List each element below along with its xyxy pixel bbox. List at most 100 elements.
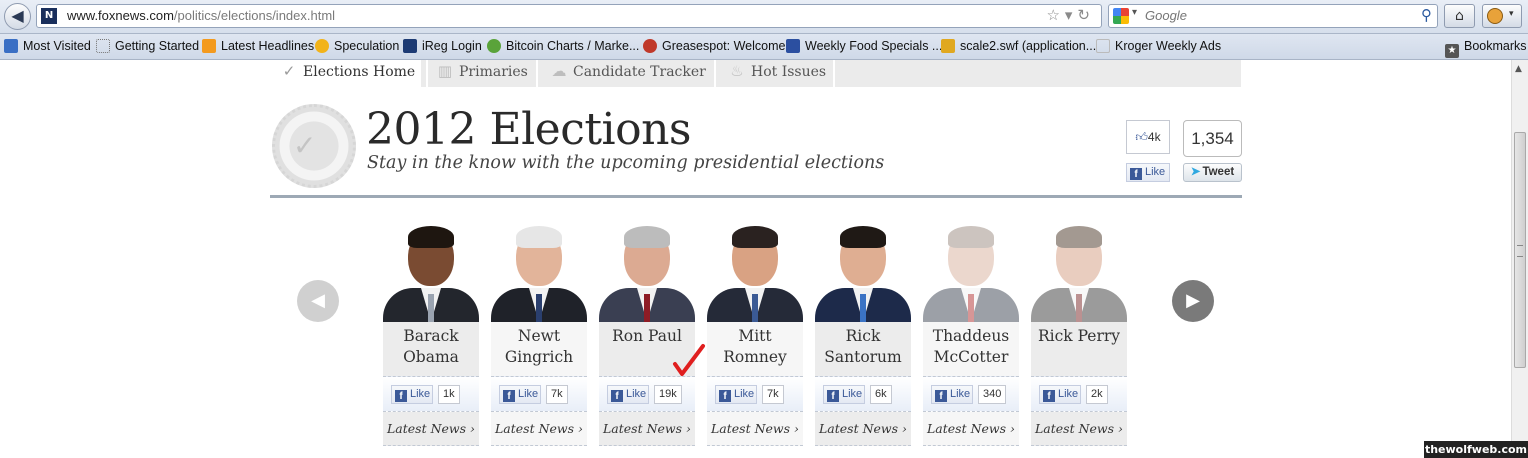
bookmark-scale2-swf[interactable]: scale2.swf (application... bbox=[941, 39, 1096, 53]
like-count: 2k bbox=[1086, 385, 1108, 404]
scroll-up-icon[interactable]: ▲ bbox=[1515, 64, 1522, 74]
candidate-name[interactable]: Rick Santorum bbox=[815, 322, 911, 376]
reload-icon[interactable]: ↻ bbox=[1077, 6, 1095, 24]
facebook-icon: f bbox=[1130, 168, 1142, 180]
latest-news-link[interactable]: Latest News › bbox=[1031, 412, 1127, 446]
candidate-card[interactable]: Rick Santorum f Like 6k Latest News › bbox=[815, 224, 911, 446]
candidate-like-row: f Like 2k bbox=[1031, 376, 1127, 412]
bookmark-bitcoin-charts[interactable]: Bitcoin Charts / Marke... bbox=[487, 39, 639, 53]
bookmark-latest-headlines[interactable]: Latest Headlines bbox=[202, 39, 314, 53]
candidate-card[interactable]: Newt Gingrich f Like 7k Latest News › bbox=[491, 224, 587, 446]
tie bbox=[428, 294, 434, 322]
candidate-name[interactable]: Newt Gingrich bbox=[491, 322, 587, 376]
monkey-icon bbox=[643, 39, 657, 53]
candidate-first-name: Newt bbox=[517, 327, 561, 345]
tab-elections-home[interactable]: ✓ Elections Home bbox=[270, 60, 421, 87]
candidate-last-name: Santorum bbox=[824, 348, 902, 366]
facebook-like-button[interactable]: f Like bbox=[499, 385, 541, 404]
hair bbox=[1056, 226, 1102, 248]
facebook-icon: f bbox=[827, 390, 839, 402]
star-bookmark-icon[interactable]: ☆ bbox=[1046, 6, 1064, 24]
latest-news-link[interactable]: Latest News › bbox=[923, 412, 1019, 446]
map-icon: ☁ bbox=[551, 62, 567, 80]
twitter-bird-icon: ➤ bbox=[1190, 166, 1201, 178]
latest-news-link[interactable]: Latest News › bbox=[491, 412, 587, 446]
facebook-icon: f bbox=[1043, 390, 1055, 402]
candidate-last-name: Gingrich bbox=[504, 348, 574, 366]
site-favicon-icon: N bbox=[41, 8, 57, 24]
elections-seal-icon: ✓ bbox=[272, 104, 356, 188]
search-bar[interactable]: ▾ Google ⚲ bbox=[1108, 4, 1438, 28]
scrollbar-thumb[interactable] bbox=[1514, 132, 1526, 368]
hair bbox=[516, 226, 562, 248]
candidate-like-row: f Like 19k bbox=[599, 376, 695, 412]
url-domain: www.foxnews.com bbox=[67, 8, 174, 23]
candidate-name[interactable]: Thaddeus McCotter bbox=[923, 322, 1019, 376]
facebook-like-button[interactable]: f Like bbox=[715, 385, 757, 404]
latest-news-link[interactable]: Latest News › bbox=[707, 412, 803, 446]
bookmark-kroger-weekly-ads[interactable]: Kroger Weekly Ads bbox=[1096, 39, 1221, 53]
bookmark-weekly-food-specials[interactable]: Weekly Food Specials ... bbox=[786, 39, 942, 53]
candidate-like-row: f Like 6k bbox=[815, 376, 911, 412]
tie bbox=[536, 294, 542, 322]
facebook-like-button[interactable]: f Like bbox=[823, 385, 865, 404]
engine-dropdown-icon[interactable]: ▾ bbox=[1132, 7, 1137, 18]
candidate-last-name: McCotter bbox=[933, 348, 1009, 366]
dropdown-icon[interactable]: ▾ bbox=[1065, 6, 1078, 24]
tab-hot-issues[interactable]: ♨ Hot Issues bbox=[714, 60, 835, 87]
candidate-photo[interactable] bbox=[815, 224, 911, 322]
bookmarks-menu[interactable]: ★ Bookmarks bbox=[1445, 39, 1527, 58]
hair bbox=[840, 226, 886, 248]
bookmarks-toolbar: Most Visited Getting Started Latest Head… bbox=[0, 34, 1528, 60]
facebook-like-button[interactable]: f Like bbox=[391, 385, 433, 404]
bookmark-speculation[interactable]: Speculation bbox=[315, 39, 399, 53]
candidate-photo[interactable] bbox=[383, 224, 479, 322]
latest-news-link[interactable]: Latest News › bbox=[383, 412, 479, 446]
candidate-photo[interactable] bbox=[599, 224, 695, 322]
candidate-first-name: Barack bbox=[403, 327, 459, 345]
thumbs-up-icon: 👍︎ bbox=[1135, 130, 1148, 144]
tab-candidate-tracker[interactable]: ☁ Candidate Tracker bbox=[536, 60, 714, 87]
hair bbox=[408, 226, 454, 248]
address-bar[interactable]: N www.foxnews.com/politics/elections/ind… bbox=[36, 4, 1102, 28]
candidate-first-name: Thaddeus bbox=[932, 327, 1010, 345]
candidate-name[interactable]: Barack Obama bbox=[383, 322, 479, 376]
candidate-card[interactable]: Barack Obama f Like 1k Latest News › bbox=[383, 224, 479, 446]
search-magnifier-icon[interactable]: ⚲ bbox=[1421, 6, 1432, 24]
candidate-card[interactable]: Thaddeus McCotter f Like 340 Latest News › bbox=[923, 224, 1019, 446]
facebook-like-button[interactable]: f Like bbox=[1126, 163, 1170, 182]
bookmark-greasespot[interactable]: Greasespot: Welcome bbox=[643, 39, 785, 53]
candidate-card[interactable]: Mitt Romney f Like 7k Latest News › bbox=[707, 224, 803, 446]
candidate-photo[interactable] bbox=[1031, 224, 1127, 322]
star-icon: ★ bbox=[1445, 44, 1459, 58]
carousel-prev-button[interactable]: ◀ bbox=[297, 280, 339, 322]
google-icon[interactable] bbox=[1113, 8, 1129, 24]
bookmark-getting-started[interactable]: Getting Started bbox=[96, 39, 199, 53]
candidate-photo[interactable] bbox=[707, 224, 803, 322]
addon-dropdown-icon[interactable]: ▾ bbox=[1509, 9, 1514, 19]
home-button[interactable]: ⌂ bbox=[1444, 4, 1475, 28]
tab-primaries[interactable]: ▥ Primaries bbox=[426, 60, 536, 87]
tie bbox=[644, 294, 650, 322]
back-button[interactable]: ◀ bbox=[4, 3, 31, 30]
url-actions: ☆▾↻ bbox=[1046, 6, 1095, 24]
latest-news-link[interactable]: Latest News › bbox=[815, 412, 911, 446]
bookmark-most-visited[interactable]: Most Visited bbox=[4, 39, 91, 53]
like-count: 7k bbox=[546, 385, 568, 404]
candidate-name[interactable]: Mitt Romney bbox=[707, 322, 803, 376]
bookmark-ireg-login[interactable]: iReg Login bbox=[403, 39, 482, 53]
carousel-next-button[interactable]: ▶ bbox=[1172, 280, 1214, 322]
candidate-photo[interactable] bbox=[923, 224, 1019, 322]
page-scrollbar[interactable]: ▲ bbox=[1511, 60, 1528, 458]
tweet-button[interactable]: ➤ Tweet bbox=[1183, 163, 1242, 182]
facebook-like-button[interactable]: f Like bbox=[1039, 385, 1081, 404]
latest-news-link[interactable]: Latest News › bbox=[599, 412, 695, 446]
candidate-card[interactable]: Ron Paul f Like 19k Latest News › bbox=[599, 224, 695, 446]
greasemonkey-button[interactable]: ▾ bbox=[1482, 4, 1522, 28]
candidate-card[interactable]: Rick Perry f Like 2k Latest News › bbox=[1031, 224, 1127, 446]
candidate-photo[interactable] bbox=[491, 224, 587, 322]
facebook-like-button[interactable]: f Like bbox=[607, 385, 649, 404]
candidate-like-row: f Like 1k bbox=[383, 376, 479, 412]
facebook-like-button[interactable]: f Like bbox=[931, 385, 973, 404]
candidate-name[interactable]: Rick Perry bbox=[1031, 322, 1127, 376]
